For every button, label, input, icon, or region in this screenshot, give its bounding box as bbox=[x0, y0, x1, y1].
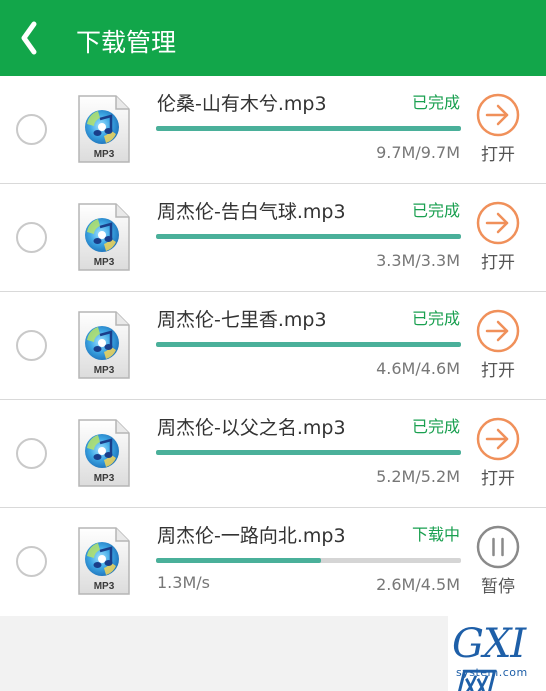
action-label: 打开 bbox=[481, 361, 515, 381]
open-button[interactable]: 打开 bbox=[475, 308, 521, 388]
download-speed: 1.3M/s bbox=[157, 573, 210, 592]
progress-fill bbox=[156, 558, 321, 563]
open-arrow-icon bbox=[476, 417, 520, 461]
file-name: 周杰伦-七里香.mp3 bbox=[157, 309, 327, 331]
download-item[interactable]: MP3 周杰伦-以父之名.mp3 已完成 5.2M/5.2M 打开 bbox=[0, 400, 546, 508]
file-size: 2.6M/4.5M bbox=[376, 575, 460, 594]
progress-bar bbox=[156, 234, 461, 239]
file-type-label: MP3 bbox=[94, 473, 115, 484]
progress-bar bbox=[156, 558, 461, 563]
mp3-file-icon: MP3 bbox=[78, 311, 130, 379]
file-size: 3.3M/3.3M bbox=[376, 251, 460, 270]
download-item[interactable]: MP3 周杰伦-一路向北.mp3 下载中 1.3M/s 2.6M/4.5M 暂停 bbox=[0, 508, 546, 616]
file-type-label: MP3 bbox=[94, 257, 115, 268]
status-label: 下载中 bbox=[411, 525, 460, 544]
pause-icon bbox=[476, 525, 520, 569]
progress-bar bbox=[156, 342, 461, 347]
select-radio[interactable] bbox=[16, 330, 47, 361]
action-label: 打开 bbox=[481, 145, 515, 165]
download-item[interactable]: MP3 伦桑-山有木兮.mp3 已完成 9.7M/9.7M 打开 bbox=[0, 76, 546, 184]
action-label: 暂停 bbox=[481, 577, 515, 597]
download-item[interactable]: MP3 周杰伦-告白气球.mp3 已完成 3.3M/3.3M 打开 bbox=[0, 184, 546, 292]
watermark: GXI网 system.com bbox=[448, 614, 546, 691]
status-label: 已完成 bbox=[411, 309, 460, 328]
select-radio[interactable] bbox=[16, 438, 47, 469]
download-list: MP3 伦桑-山有木兮.mp3 已完成 9.7M/9.7M 打开 MP3 周杰伦… bbox=[0, 76, 546, 616]
progress-bar bbox=[156, 450, 461, 455]
open-arrow-icon bbox=[476, 309, 520, 353]
status-label: 已完成 bbox=[411, 201, 460, 220]
mp3-file-icon: MP3 bbox=[78, 203, 130, 271]
page-title: 下载管理 bbox=[76, 28, 177, 57]
progress-fill bbox=[156, 234, 461, 239]
file-name: 周杰伦-告白气球.mp3 bbox=[157, 201, 346, 223]
watermark-text: GXI网 bbox=[452, 621, 526, 691]
file-size: 4.6M/4.6M bbox=[376, 359, 460, 378]
mp3-file-icon: MP3 bbox=[78, 95, 130, 163]
mp3-file-icon: MP3 bbox=[78, 419, 130, 487]
select-radio[interactable] bbox=[16, 114, 47, 145]
open-button[interactable]: 打开 bbox=[475, 416, 521, 496]
action-label: 打开 bbox=[481, 253, 515, 273]
progress-fill bbox=[156, 126, 461, 131]
app-header: 下载管理 bbox=[0, 0, 546, 76]
file-size: 9.7M/9.7M bbox=[376, 143, 460, 162]
progress-fill bbox=[156, 450, 461, 455]
file-type-label: MP3 bbox=[94, 149, 115, 160]
open-arrow-icon bbox=[476, 201, 520, 245]
chevron-left-icon[interactable] bbox=[14, 18, 44, 58]
open-button[interactable]: 打开 bbox=[475, 92, 521, 172]
download-item[interactable]: MP3 周杰伦-七里香.mp3 已完成 4.6M/4.6M 打开 bbox=[0, 292, 546, 400]
select-radio[interactable] bbox=[16, 546, 47, 577]
file-name: 周杰伦-以父之名.mp3 bbox=[157, 417, 346, 439]
open-button[interactable]: 打开 bbox=[475, 200, 521, 280]
progress-fill bbox=[156, 342, 461, 347]
status-label: 已完成 bbox=[411, 417, 460, 436]
file-type-label: MP3 bbox=[94, 365, 115, 376]
watermark-subtext: system.com bbox=[456, 666, 528, 679]
file-name: 伦桑-山有木兮.mp3 bbox=[157, 93, 327, 115]
progress-bar bbox=[156, 126, 461, 131]
file-size: 5.2M/5.2M bbox=[376, 467, 460, 486]
status-label: 已完成 bbox=[411, 93, 460, 112]
action-label: 打开 bbox=[481, 469, 515, 489]
file-type-label: MP3 bbox=[94, 581, 115, 592]
pause-button[interactable]: 暂停 bbox=[475, 524, 521, 604]
mp3-file-icon: MP3 bbox=[78, 527, 130, 595]
file-name: 周杰伦-一路向北.mp3 bbox=[157, 525, 346, 547]
select-radio[interactable] bbox=[16, 222, 47, 253]
open-arrow-icon bbox=[476, 93, 520, 137]
